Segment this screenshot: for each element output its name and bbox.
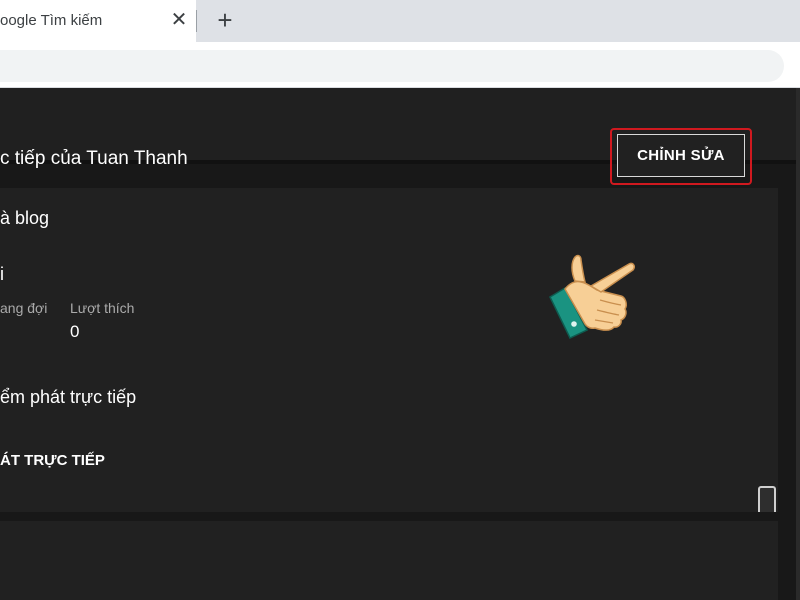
stream-category: i <box>0 264 4 284</box>
stream-title: c tiếp của Tuan Thanh <box>0 148 188 169</box>
address-bar[interactable] <box>0 50 784 82</box>
scrollbar-thumb[interactable] <box>758 486 776 512</box>
stream-description: à blog <box>0 208 50 228</box>
browser-tab[interactable]: oogle Tìm kiếm ✕ <box>0 0 196 42</box>
tab-divider <box>196 10 197 32</box>
live-settings-section-title: ÁT TRỰC TIẾP <box>0 452 105 469</box>
stat-likes-label: Lượt thích <box>70 300 135 316</box>
stat-likes-value: 0 <box>70 322 80 341</box>
checkpoint-section-title[interactable]: ểm phát trực tiếp <box>0 387 136 408</box>
stream-info-card <box>0 188 778 512</box>
browser-tab-strip: oogle Tìm kiếm ✕ + <box>0 0 800 42</box>
edit-button[interactable]: CHỈNH SỬA <box>617 134 745 177</box>
pointing-hand-icon <box>549 254 635 339</box>
tab-title: oogle Tìm kiếm <box>0 12 103 29</box>
stat-waiting-label: ang đợi <box>0 300 48 316</box>
browser-toolbar <box>0 42 800 88</box>
close-icon[interactable]: ✕ <box>170 10 188 30</box>
live-settings-card <box>0 521 778 600</box>
page-scrollbar-track <box>796 88 800 600</box>
new-tab-icon[interactable]: + <box>214 7 236 33</box>
